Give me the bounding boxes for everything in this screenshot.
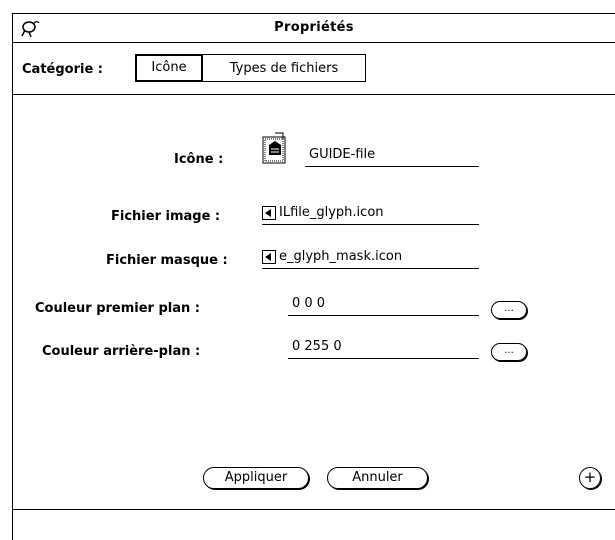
- fg-color-field[interactable]: 0 0 0: [288, 294, 479, 316]
- image-file-field[interactable]: ILfile_glyph.icon: [262, 203, 479, 225]
- apply-button[interactable]: Appliquer: [203, 467, 309, 489]
- mask-file-label: Fichier masque :: [106, 253, 228, 268]
- bg-color-value: 0 255 0: [292, 339, 342, 354]
- cancel-button[interactable]: Annuler: [327, 467, 428, 489]
- mask-file-field[interactable]: e_glyph_mask.icon: [262, 247, 479, 269]
- plus-button[interactable]: +: [579, 467, 601, 489]
- footer-divider: [13, 509, 615, 510]
- window-title: Propriétés: [274, 20, 354, 35]
- image-file-label: Fichier image :: [111, 209, 221, 224]
- scroll-left-icon[interactable]: [262, 250, 276, 264]
- file-glyph-icon: [262, 132, 286, 164]
- bg-color-field[interactable]: 0 255 0: [288, 337, 479, 359]
- mask-file-value: e_glyph_mask.icon: [279, 249, 403, 264]
- fg-color-value: 0 0 0: [292, 296, 326, 311]
- category-option-icone[interactable]: Icône: [135, 54, 203, 82]
- icon-name-value: GUIDE-file: [309, 147, 376, 162]
- image-file-value: ILfile_glyph.icon: [279, 205, 384, 220]
- scroll-left-icon[interactable]: [262, 206, 276, 220]
- icon-label: Icône :: [174, 152, 224, 167]
- fg-color-chooser-button[interactable]: ...: [491, 301, 527, 319]
- category-row: Catégorie : Icône Types de fichiers: [13, 43, 615, 95]
- fg-color-label: Couleur premier plan :: [35, 301, 200, 316]
- bg-color-label: Couleur arrière-plan :: [42, 344, 201, 359]
- icon-name-field[interactable]: GUIDE-file: [305, 145, 479, 167]
- properties-window: Propriétés Catégorie : Icône Types de fi…: [12, 13, 615, 540]
- title-bar[interactable]: Propriétés: [13, 14, 615, 43]
- category-option-file-types[interactable]: Types de fichiers: [202, 54, 366, 82]
- category-label: Catégorie :: [22, 62, 103, 77]
- bg-color-chooser-button[interactable]: ...: [491, 343, 527, 361]
- icon-properties-panel: Icône : GUIDE-file Fichier image : ILfil…: [13, 95, 615, 489]
